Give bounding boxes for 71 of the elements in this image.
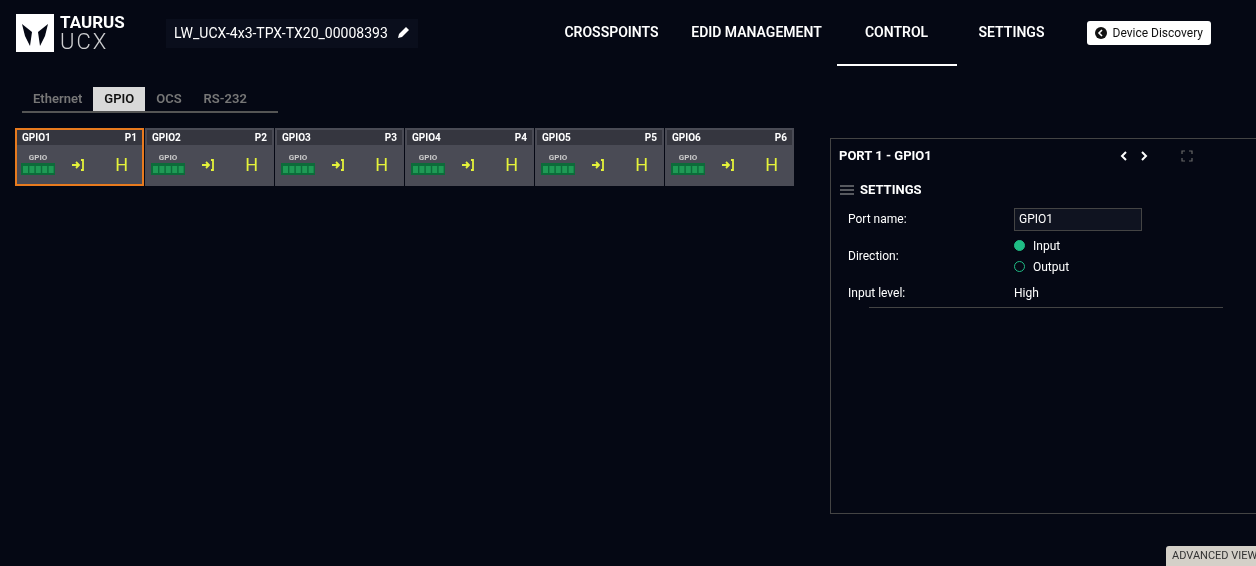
level-indicator: H [505, 153, 518, 177]
connector-icon [21, 163, 55, 175]
port-number: P1 [124, 131, 137, 145]
port-card[interactable]: GPIO1 P1 GPIO H [15, 128, 144, 186]
radio-option[interactable]: Input [1014, 236, 1070, 255]
pencil-icon[interactable] [395, 26, 410, 40]
connector-label: GPIO [548, 154, 568, 162]
port-number: P5 [644, 131, 657, 145]
port-card[interactable]: GPIO5 P5 GPIO H [535, 128, 664, 186]
port-card[interactable]: GPIO2 P2 GPIO H [145, 128, 274, 186]
field-label: Port name: [848, 211, 908, 228]
nav-tab[interactable]: CONTROL [836, 0, 957, 66]
next-icon[interactable] [1138, 150, 1149, 162]
logo-text: TAURUS [60, 13, 125, 31]
connector-label: GPIO [418, 154, 438, 162]
port-number: P6 [774, 131, 787, 145]
port-name: GPIO3 [282, 131, 311, 145]
tab[interactable]: RS-232 [192, 87, 258, 111]
port-number: P2 [254, 131, 267, 145]
port-name: GPIO2 [152, 131, 181, 145]
input-icon [331, 157, 345, 172]
port-number: P3 [384, 131, 397, 145]
fullscreen-icon[interactable] [1180, 150, 1193, 162]
connector-icon [281, 163, 315, 175]
input-icon [721, 157, 735, 172]
tab[interactable]: GPIO [93, 87, 146, 111]
connector-icon [411, 163, 445, 175]
port-name: GPIO1 [22, 131, 51, 145]
level-indicator: H [245, 153, 258, 177]
connector-icon [151, 163, 185, 175]
device-discovery-button[interactable]: Device Discovery [1086, 21, 1211, 45]
connector-label: GPIO [678, 154, 698, 162]
port-card[interactable]: GPIO6 P6 GPIO H [665, 128, 794, 186]
field-label: Input level: [848, 284, 907, 302]
field-label: Direction: [848, 248, 900, 265]
sliders-icon [840, 184, 854, 195]
logo-icon [16, 14, 54, 52]
input-level-value: High [1014, 284, 1039, 302]
connector-label: GPIO [288, 154, 308, 162]
port-card[interactable]: GPIO4 P4 GPIO H [405, 128, 534, 186]
radio-button[interactable] [1014, 240, 1025, 251]
nav-tab[interactable]: EDID MANAGEMENT [676, 0, 837, 66]
nav-tab[interactable]: SETTINGS [956, 0, 1067, 66]
back-icon [1094, 27, 1107, 39]
port-name: GPIO6 [672, 131, 701, 145]
tab[interactable]: Ethernet [22, 87, 94, 111]
port-name: GPIO4 [412, 131, 441, 145]
connector-label: GPIO [158, 154, 178, 162]
port-card[interactable]: GPIO3 P3 GPIO H [275, 128, 404, 186]
section-title: SETTINGS [860, 181, 922, 199]
port-number: P4 [514, 131, 527, 145]
panel-title: PORT 1 - GPIO1 [839, 147, 932, 166]
nav-tab[interactable]: CROSSPOINTS [546, 0, 677, 66]
level-indicator: H [635, 153, 648, 177]
input-icon [71, 157, 85, 172]
connector-icon [541, 163, 575, 175]
logo-subtext: UCX [60, 30, 110, 53]
connector-label: GPIO [28, 154, 48, 162]
port-name: GPIO5 [542, 131, 571, 145]
level-indicator: H [115, 153, 128, 177]
previous-icon[interactable] [1118, 150, 1129, 162]
device-name: LW_UCX-4x3-TPX-TX20_00008393 [174, 23, 388, 43]
radio-option[interactable]: Output [1014, 257, 1070, 276]
input-icon [201, 157, 215, 172]
input-icon [591, 157, 605, 172]
level-indicator: H [765, 153, 778, 177]
tab[interactable]: OCS [145, 87, 193, 111]
level-indicator: H [375, 153, 388, 177]
input-icon [461, 157, 475, 172]
port-name-field[interactable]: GPIO1 [1014, 207, 1142, 231]
connector-icon [671, 163, 705, 175]
